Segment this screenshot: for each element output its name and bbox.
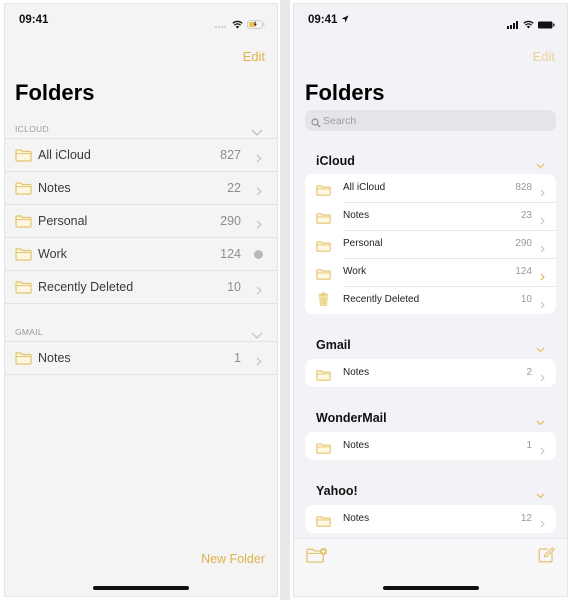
edit-button[interactable]: Edit [533, 49, 555, 64]
home-indicator[interactable] [93, 586, 189, 590]
folder-row-notes[interactable]: Notes 23 [305, 202, 556, 230]
signal-dots-icon [214, 16, 228, 34]
chevron-down-icon[interactable] [536, 413, 545, 431]
folder-icon [316, 183, 331, 201]
folder-icon [316, 441, 331, 459]
search-field[interactable] [305, 110, 556, 131]
chevron-right-icon [256, 150, 262, 168]
search-input[interactable] [323, 110, 523, 131]
right-phone-screen: 09:41 Edit Folders iCloud [293, 3, 568, 597]
folder-icon [15, 352, 32, 370]
search-icon [311, 115, 321, 133]
edit-button[interactable]: Edit [243, 49, 265, 64]
folder-icon [15, 182, 32, 200]
location-arrow-icon [341, 14, 349, 26]
folder-row-personal[interactable]: Personal 290 [305, 230, 556, 258]
chevron-down-icon[interactable] [536, 340, 545, 358]
wifi-icon [232, 16, 243, 34]
chevron-right-icon [256, 183, 262, 201]
chevron-right-icon [540, 515, 545, 533]
wifi-icon [523, 16, 534, 34]
gmail-folder-card: Notes 2 [305, 359, 556, 387]
page-title: Folders [305, 80, 385, 105]
chevron-right-icon [540, 268, 545, 286]
chevron-right-icon [540, 212, 545, 230]
folder-row-notes[interactable]: Notes 22 [5, 172, 277, 205]
status-bar: 09:41 [294, 14, 567, 30]
folder-row-all-icloud[interactable]: All iCloud 827 [5, 139, 277, 172]
status-time: 09:41 [308, 14, 349, 26]
folder-row-all-icloud[interactable]: All iCloud 828 [305, 174, 556, 202]
wondermail-folder-card: Notes 1 [305, 432, 556, 460]
folder-icon [316, 239, 331, 257]
section-header-icloud[interactable]: ICLOUD [15, 121, 267, 139]
battery-full-icon [538, 16, 555, 34]
chevron-right-icon [540, 184, 545, 202]
folder-icon [316, 267, 331, 285]
new-folder-button[interactable]: New Folder [201, 552, 265, 566]
group-header-wondermail[interactable]: WonderMail [305, 407, 556, 429]
icloud-folder-list: All iCloud 827 Notes 22 Personal 290 Wor… [5, 138, 277, 304]
compose-icon[interactable] [538, 547, 555, 568]
chevron-right-icon [540, 369, 545, 387]
folder-row-gmail-notes[interactable]: Notes 1 [5, 342, 277, 375]
folder-row-yahoo-notes[interactable]: Notes 12 [305, 505, 556, 533]
left-phone-screen: 09:41 Edit Folders ICLOUD All iCloud 827 [4, 3, 278, 597]
folder-row-gmail-notes[interactable]: Notes 2 [305, 359, 556, 387]
chevron-right-icon [256, 216, 262, 234]
folder-row-personal[interactable]: Personal 290 [5, 205, 277, 238]
status-bar: 09:41 [5, 14, 277, 30]
group-header-gmail[interactable]: Gmail [305, 334, 556, 356]
group-header-icloud[interactable]: iCloud [305, 150, 556, 172]
icloud-folder-card: All iCloud 828 Notes 23 Personal 290 Wor… [305, 174, 556, 314]
folder-icon [15, 149, 32, 167]
folder-icon [15, 281, 32, 299]
cellular-signal-icon [507, 16, 519, 34]
page-title: Folders [15, 80, 95, 105]
group-header-yahoo[interactable]: Yahoo! [305, 480, 556, 502]
chevron-down-icon[interactable] [536, 156, 545, 174]
chevron-right-icon [540, 442, 545, 460]
new-folder-icon[interactable] [306, 547, 328, 568]
battery-charging-icon [247, 16, 265, 34]
folder-icon [15, 215, 32, 233]
folder-row-wondermail-notes[interactable]: Notes 1 [305, 432, 556, 460]
trash-icon [318, 292, 329, 311]
folder-icon [15, 248, 32, 266]
chevron-down-icon[interactable] [536, 486, 545, 504]
yahoo-folder-card: Notes 12 [305, 505, 556, 533]
folder-icon [316, 514, 331, 532]
gmail-folder-list: Notes 1 [5, 341, 277, 375]
chevron-right-icon [540, 296, 545, 314]
panel-gap [280, 0, 290, 600]
chevron-right-icon [256, 282, 262, 300]
section-header-gmail[interactable]: GMAIL [15, 324, 267, 342]
folder-row-recently-deleted[interactable]: Recently Deleted 10 [305, 286, 556, 314]
folder-icon [316, 211, 331, 229]
home-indicator[interactable] [382, 586, 479, 590]
folder-icon [316, 368, 331, 386]
chevron-right-icon [540, 240, 545, 258]
status-time: 09:41 [19, 14, 49, 26]
chevron-right-icon [256, 353, 262, 371]
folder-row-recently-deleted[interactable]: Recently Deleted 10 [5, 271, 277, 304]
folder-row-work[interactable]: Work 124 [5, 238, 277, 271]
info-dot-icon[interactable] [254, 250, 263, 259]
folder-row-work[interactable]: Work 124 [305, 258, 556, 286]
